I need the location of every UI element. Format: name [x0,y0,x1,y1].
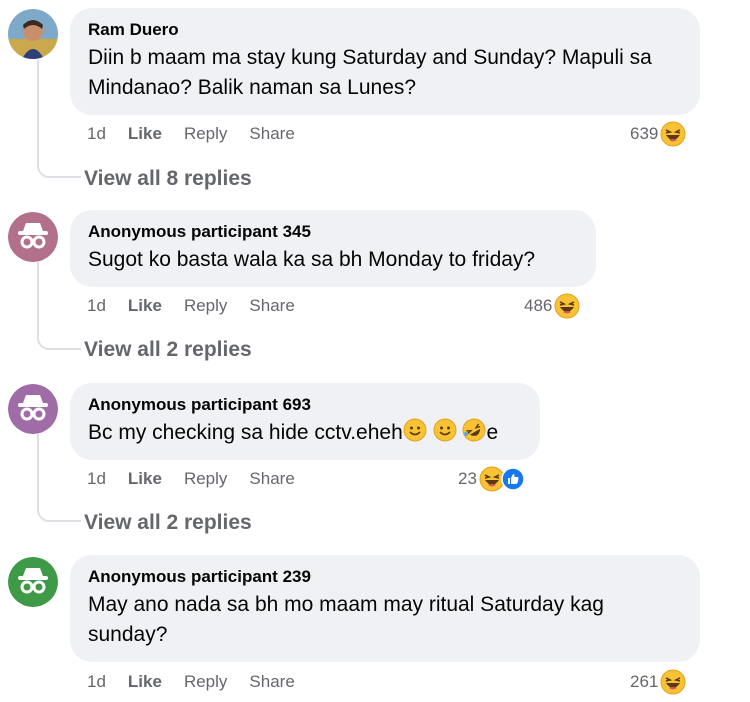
comment-bubble: Anonymous participant 693 Bc my checking… [70,383,540,460]
thread-line [37,434,39,508]
comment-timestamp[interactable]: 1d [87,672,106,692]
reaction-count: 486 [524,296,553,315]
rofl-emoji-icon [462,418,486,442]
thread-line [37,60,39,165]
like-button[interactable]: Like [128,672,162,692]
comment-text-tail: e [486,421,499,444]
comment-bubble: Anonymous participant 345 Sugot ko basta… [70,210,596,287]
smile-emoji-icon [433,418,457,442]
comment-bubble: Anonymous participant 239 May ano nada s… [70,555,700,662]
anonymous-icon [8,384,58,434]
reaction-count: 23 [458,469,477,488]
comment-timestamp[interactable]: 1d [87,296,106,316]
thread-elbow [37,164,81,178]
comment-author[interactable]: Ram Duero [88,20,682,40]
thread-line [37,262,39,336]
avatar[interactable] [8,384,58,434]
reaction-summary[interactable]: 261 [630,669,686,695]
comment-author[interactable]: Anonymous participant 239 [88,567,682,587]
thread-elbow [37,336,81,350]
comment-timestamp[interactable]: 1d [87,124,106,144]
reply-button[interactable]: Reply [184,296,227,316]
comment-text: May ano nada sa bh mo maam may ritual Sa… [88,593,604,646]
reply-button[interactable]: Reply [184,469,227,489]
view-replies-link[interactable]: View all 2 replies [84,338,252,362]
comment-actions: 1d Like Reply Share [87,296,317,316]
reaction-summary[interactable]: 639 [630,121,686,147]
like-button[interactable]: Like [128,296,162,316]
share-button[interactable]: Share [249,672,294,692]
comment-text: Diin b maam ma stay kung Saturday and Su… [88,46,658,99]
like-button[interactable]: Like [128,124,162,144]
reply-button[interactable]: Reply [184,124,227,144]
comment-timestamp[interactable]: 1d [87,469,106,489]
comment-actions: 1d Like Reply Share [87,469,317,489]
profile-photo [8,9,58,59]
haha-reaction-icon [660,669,686,695]
comment-author[interactable]: Anonymous participant 345 [88,222,578,242]
reaction-summary[interactable]: 486 [524,293,580,319]
avatar[interactable] [8,557,58,607]
like-button[interactable]: Like [128,469,162,489]
reaction-summary[interactable]: 23 [458,466,525,492]
reply-button[interactable]: Reply [184,672,227,692]
share-button[interactable]: Share [249,124,294,144]
comment-text-main: Bc my checking sa hide cctv.eheh [88,421,403,444]
reaction-count: 261 [630,672,659,691]
avatar[interactable] [8,9,58,59]
comment-author[interactable]: Anonymous participant 693 [88,395,522,415]
share-button[interactable]: Share [249,296,294,316]
share-button[interactable]: Share [249,469,294,489]
comment-actions: 1d Like Reply Share [87,124,317,144]
comment-text: Sugot ko basta wala ka sa bh Monday to f… [88,248,536,271]
thread-elbow [37,508,81,522]
anonymous-icon [8,212,58,262]
comment-actions: 1d Like Reply Share [87,672,317,692]
comment-text: Bc my checking sa hide cctv.eheh e [88,418,522,448]
view-replies-link[interactable]: View all 8 replies [84,167,252,191]
haha-reaction-icon [554,293,580,319]
reaction-count: 639 [630,124,659,143]
like-reaction-icon [501,467,525,491]
avatar[interactable] [8,212,58,262]
anonymous-icon [8,557,58,607]
smile-emoji-icon [403,418,427,442]
comment-bubble: Ram Duero Diin b maam ma stay kung Satur… [70,8,700,115]
haha-reaction-icon [660,121,686,147]
view-replies-link[interactable]: View all 2 replies [84,511,252,535]
